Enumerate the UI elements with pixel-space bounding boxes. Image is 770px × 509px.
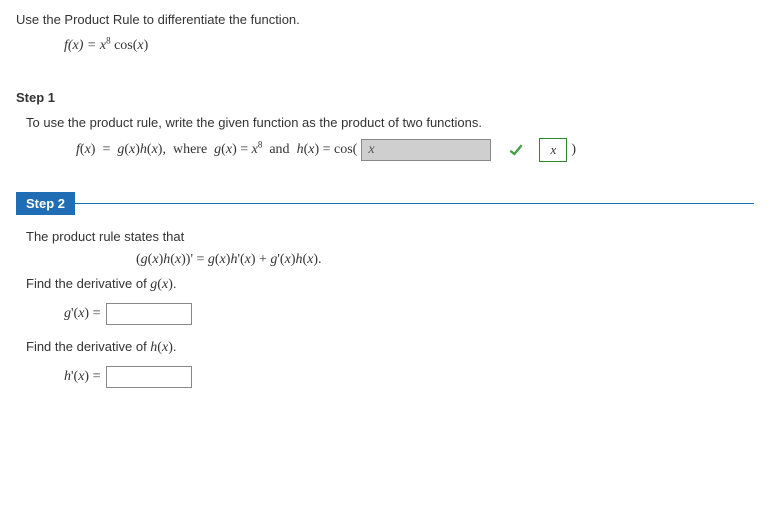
step2-title: Step 2 xyxy=(16,192,75,215)
g-prime-input[interactable] xyxy=(106,303,192,325)
g-derivative-row: g'(x) = xyxy=(64,303,754,325)
prompt-g: Find the derivative of g(x). xyxy=(26,276,754,293)
correct-answer-box: x xyxy=(539,138,567,162)
product-rule-equation: (g(x)h(x))' = g(x)h'(x) + g'(x)h(x). xyxy=(136,252,754,268)
step1-text: To use the product rule, write the given… xyxy=(26,115,754,130)
step2-line1: The product rule states that xyxy=(26,229,754,244)
h-derivative-row: h'(x) = xyxy=(64,366,754,388)
step1-answer-input: x xyxy=(361,139,491,161)
step1-title: Step 1 xyxy=(16,90,754,105)
prompt-h: Find the derivative of h(x). xyxy=(26,339,754,356)
h-prime-input[interactable] xyxy=(106,366,192,388)
problem-prompt: Use the Product Rule to differentiate th… xyxy=(16,12,754,27)
close-paren: ) xyxy=(571,142,576,158)
step2-header: Step 2 xyxy=(16,192,754,215)
step2-divider xyxy=(75,203,754,204)
checkmark-icon xyxy=(505,139,527,161)
f-lhs: f(x) = xyxy=(64,38,100,53)
f-trail: cos(x) xyxy=(111,38,149,53)
given-function: f(x) = x8 cos(x) xyxy=(64,37,754,54)
step1-equation: f(x) = g(x)h(x), where g(x) = x8 and h(x… xyxy=(76,138,754,162)
